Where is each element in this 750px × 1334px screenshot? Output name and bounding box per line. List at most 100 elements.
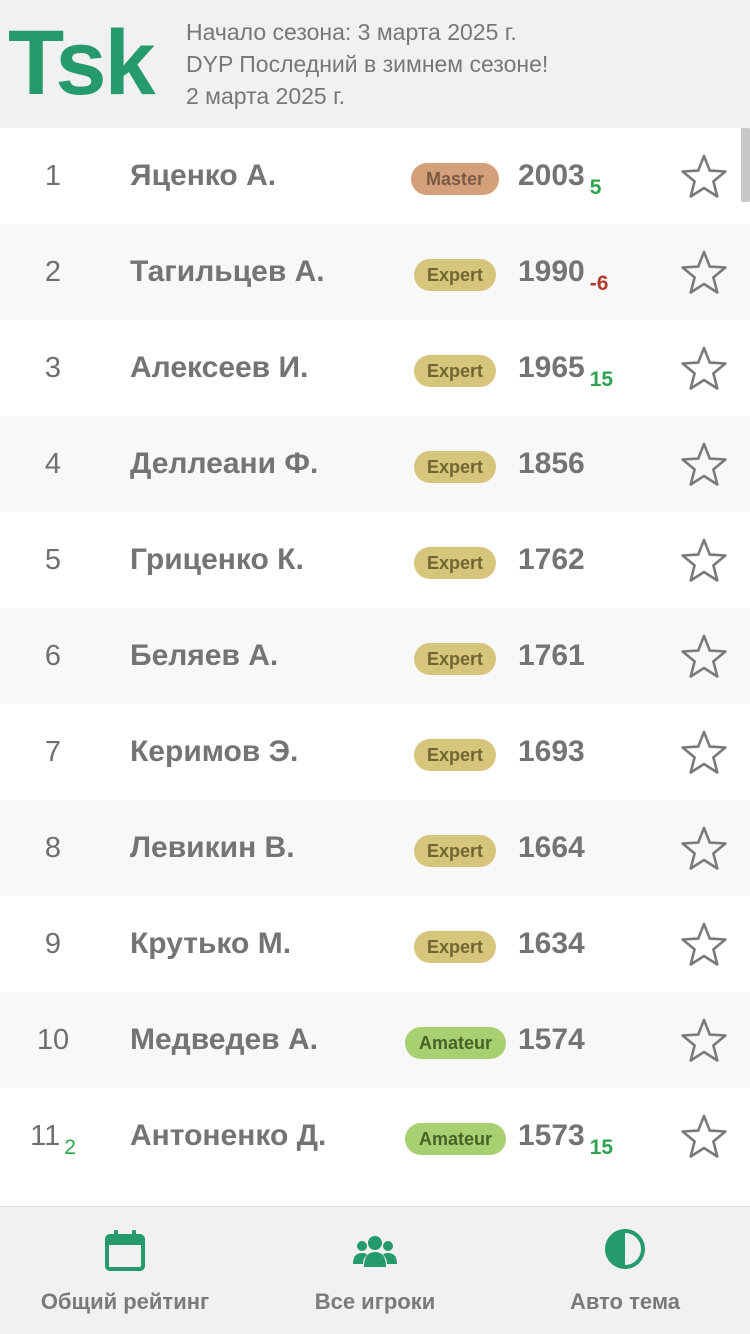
nav-all-players[interactable]: Все игроки [250, 1207, 500, 1334]
rank-change: 2 [64, 1136, 76, 1159]
player-name: Крутько М. [130, 927, 292, 960]
player-row[interactable]: 8 Левикин В. Expert 1664 [0, 800, 750, 896]
level-badge: Amateur [405, 1123, 506, 1155]
player-row[interactable]: 5 Гриценко К. Expert 1762 [0, 512, 750, 608]
rating-change: -6 [589, 272, 609, 295]
favorite-star-icon[interactable] [680, 345, 728, 391]
contrast-icon [605, 1229, 645, 1269]
player-rating: 1634 [518, 927, 585, 960]
nav-all-players-label: Все игроки [314, 1289, 436, 1314]
rating-cell: 2003 5 [518, 128, 601, 224]
player-rank: 1 [44, 160, 62, 192]
player-rating: 1761 [518, 639, 585, 672]
tournament-name: DYP Последний в зимнем сезоне! [186, 51, 549, 77]
app-logo: Tsk [8, 12, 156, 114]
rank-cell: 9 [0, 896, 106, 992]
favorite-star-icon[interactable] [680, 825, 728, 871]
rating-cell: 1664 [518, 800, 585, 896]
app-header: Tsk Начало сезона: 3 марта 2025 г. DYP П… [0, 0, 750, 128]
player-name: Деллеани Ф. [130, 447, 319, 480]
level-badge: Expert [414, 835, 496, 867]
tournament-date: 2 марта 2025 г. [186, 83, 346, 109]
nav-overall-rating-label: Общий рейтинг [40, 1289, 210, 1314]
rating-change: 15 [589, 1136, 614, 1159]
level-badge: Expert [414, 643, 496, 675]
player-row[interactable]: 3 Алексеев И. Expert 1965 15 [0, 320, 750, 416]
player-row[interactable]: 10 Медведев А. Amateur 1574 [0, 992, 750, 1088]
season-start-text: Начало сезона: 3 марта 2025 г. [186, 19, 517, 45]
player-row[interactable]: 1 Яценко А. Master 2003 5 [0, 128, 750, 224]
player-row[interactable]: 6 Беляев А. Expert 1761 [0, 608, 750, 704]
rating-cell: 1856 [518, 416, 585, 512]
favorite-star-icon[interactable] [680, 153, 728, 199]
level-badge: Expert [414, 931, 496, 963]
nav-overall-rating[interactable]: Общий рейтинг [0, 1207, 250, 1334]
rating-cell: 1762 [518, 512, 585, 608]
player-row[interactable]: 7 Керимов Э. Expert 1693 [0, 704, 750, 800]
rating-cell: 1761 [518, 608, 585, 704]
rating-cell: 1574 [518, 992, 585, 1088]
player-rating: 1574 [518, 1023, 585, 1056]
level-badge: Expert [414, 451, 496, 483]
player-row[interactable]: 2 Тагильцев А. Expert 1990 -6 [0, 224, 750, 320]
bottom-navigation: Общий рейтинг Все игроки Авто тема [0, 1206, 750, 1334]
player-name: Медведев А. [130, 1023, 318, 1056]
player-name: Алексеев И. [130, 351, 309, 384]
rank-cell: 5 [0, 512, 106, 608]
player-rating: 1693 [518, 735, 585, 768]
player-rank: 9 [44, 928, 62, 960]
player-rating: 1573 [518, 1119, 585, 1152]
favorite-star-icon[interactable] [680, 633, 728, 679]
player-rank: 3 [44, 352, 62, 384]
level-badge: Expert [414, 739, 496, 771]
player-rank: 5 [44, 544, 62, 576]
favorite-star-icon[interactable] [680, 249, 728, 295]
level-badge: Expert [414, 547, 496, 579]
rating-cell: 1693 [518, 704, 585, 800]
level-badge: Amateur [405, 1027, 506, 1059]
rank-cell: 3 [0, 320, 106, 416]
rank-cell: 1 [0, 128, 106, 224]
player-rank: 2 [44, 256, 62, 288]
player-name: Керимов Э. [130, 735, 299, 768]
level-badge: Master [411, 163, 499, 195]
rank-cell: 11 2 [0, 1088, 106, 1184]
rank-cell: 10 [0, 992, 106, 1088]
player-rating: 1990 [518, 255, 585, 288]
level-badge: Expert [414, 355, 496, 387]
ranking-list[interactable]: 1 Яценко А. Master 2003 5 2 Тагильцев А. Expert… [0, 128, 750, 1206]
rank-cell: 2 [0, 224, 106, 320]
player-name: Яценко А. [130, 159, 277, 192]
calendar-icon [105, 1230, 145, 1271]
player-rank: 7 [44, 736, 62, 768]
nav-auto-theme-label: Авто тема [569, 1289, 681, 1314]
player-rating: 2003 [518, 159, 585, 192]
favorite-star-icon[interactable] [680, 537, 728, 583]
favorite-star-icon[interactable] [680, 921, 728, 967]
player-name: Гриценко К. [130, 543, 304, 576]
rank-cell: 6 [0, 608, 106, 704]
favorite-star-icon[interactable] [680, 729, 728, 775]
favorite-star-icon[interactable] [680, 1017, 728, 1063]
rank-cell: 8 [0, 800, 106, 896]
player-rank: 4 [44, 448, 62, 480]
player-rank: 6 [44, 640, 62, 672]
rating-change: 5 [589, 176, 602, 199]
player-row[interactable]: 4 Деллеани Ф. Expert 1856 [0, 416, 750, 512]
favorite-star-icon[interactable] [680, 1113, 728, 1159]
player-name: Беляев А. [130, 639, 279, 672]
player-row[interactable]: 9 Крутько М. Expert 1634 [0, 896, 750, 992]
player-rank: 8 [44, 832, 62, 864]
player-rank: 10 [36, 1024, 70, 1056]
favorite-star-icon[interactable] [680, 441, 728, 487]
player-name: Антоненко Д. [130, 1119, 327, 1152]
nav-auto-theme[interactable]: Авто тема [500, 1207, 750, 1334]
rating-change: 15 [589, 368, 614, 391]
player-row[interactable]: 11 2 Антоненко Д. Amateur 1573 15 [0, 1088, 750, 1184]
group-icon [353, 1236, 397, 1267]
player-rating: 1856 [518, 447, 585, 480]
level-badge: Expert [414, 259, 496, 291]
rating-cell: 1990 -6 [518, 224, 608, 320]
rank-cell: 7 [0, 704, 106, 800]
scrollbar[interactable] [741, 128, 750, 202]
